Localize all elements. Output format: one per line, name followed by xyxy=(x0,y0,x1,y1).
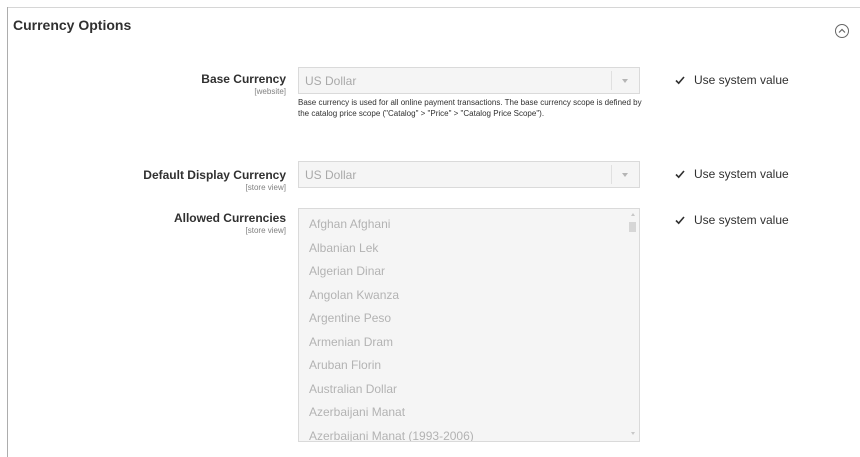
panel-border-top xyxy=(7,7,860,8)
checkbox-checked-icon[interactable] xyxy=(674,168,686,180)
checkbox-checked-icon[interactable] xyxy=(674,74,686,86)
list-item[interactable]: Angolan Kwanza xyxy=(299,284,474,308)
panel-border-left xyxy=(7,7,8,457)
checkbox-checked-icon[interactable] xyxy=(674,214,686,226)
base-currency-use-system-label: Use system value xyxy=(694,73,789,87)
default-display-currency-use-system-label: Use system value xyxy=(694,167,789,181)
list-item[interactable]: Armenian Dram xyxy=(299,331,474,355)
allowed-currencies-label-group: Allowed Currencies [store view] xyxy=(174,211,286,236)
scrollbar-thumb[interactable] xyxy=(629,222,636,232)
list-item[interactable]: Argentine Peso xyxy=(299,307,474,331)
list-item[interactable]: Albanian Lek xyxy=(299,237,474,261)
allowed-currencies-scope: [store view] xyxy=(245,226,286,235)
base-currency-value: US Dollar xyxy=(305,74,357,88)
default-display-currency-select[interactable]: US Dollar xyxy=(298,161,640,188)
default-display-currency-label-group: Default Display Currency [store view] xyxy=(143,168,286,193)
default-display-currency-label: Default Display Currency xyxy=(143,168,286,182)
scroll-down-arrow-icon[interactable] xyxy=(631,432,635,435)
select-divider xyxy=(611,71,612,90)
allowed-currencies-use-system-label: Use system value xyxy=(694,213,789,227)
list-item[interactable]: Azerbaijani Manat xyxy=(299,401,474,425)
section-title[interactable]: Currency Options xyxy=(13,17,131,33)
allowed-currencies-label: Allowed Currencies xyxy=(173,211,286,225)
base-currency-note: Base currency is used for all online pay… xyxy=(298,98,642,118)
list-item[interactable]: Aruban Florin xyxy=(299,354,474,378)
select-divider xyxy=(611,165,612,184)
list-item[interactable]: Algerian Dinar xyxy=(299,260,474,284)
circle-chevron-up-icon[interactable] xyxy=(834,23,850,39)
base-currency-scope: [website] xyxy=(254,87,286,96)
chevron-down-icon xyxy=(622,173,628,177)
list-item[interactable]: Afghan Afghani xyxy=(299,213,474,237)
base-currency-select[interactable]: US Dollar xyxy=(298,67,640,94)
currency-options-list: Afghan Afghani Albanian Lek Algerian Din… xyxy=(299,213,474,442)
list-item[interactable]: Azerbaijani Manat (1993-2006) xyxy=(299,425,474,442)
base-currency-label: Base Currency xyxy=(201,72,286,86)
scroll-up-arrow-icon[interactable] xyxy=(631,213,635,216)
chevron-down-icon xyxy=(622,79,628,83)
allowed-currencies-multiselect[interactable]: Afghan Afghani Albanian Lek Algerian Din… xyxy=(298,208,640,442)
default-display-currency-value: US Dollar xyxy=(305,168,357,182)
base-currency-label-group: Base Currency [website] xyxy=(201,72,286,97)
default-display-currency-scope: [store view] xyxy=(245,183,286,192)
list-item[interactable]: Australian Dollar xyxy=(299,378,474,402)
